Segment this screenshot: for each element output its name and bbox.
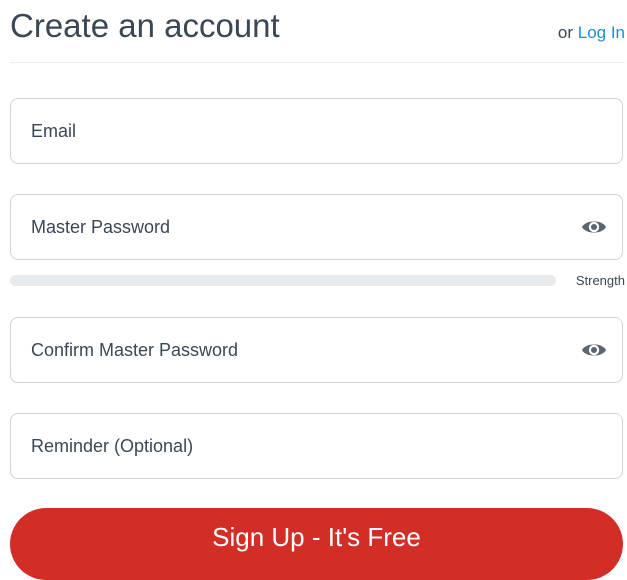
strength-bar	[10, 275, 556, 286]
or-text: or	[557, 23, 578, 42]
login-link[interactable]: Log In	[578, 23, 625, 42]
reminder-field[interactable]	[11, 414, 622, 478]
strength-label: Strength	[575, 273, 625, 288]
eye-icon[interactable]	[580, 338, 608, 362]
page-header: Create an account or Log In	[10, 0, 625, 63]
password-strength: Strength	[10, 273, 625, 289]
email-field-container	[10, 98, 623, 164]
login-prompt: or Log In	[558, 22, 625, 44]
eye-icon[interactable]	[580, 215, 608, 239]
reminder-field-container	[10, 413, 623, 479]
page-title: Create an account	[10, 7, 280, 44]
confirm-password-field[interactable]	[11, 318, 622, 382]
master-password-field-container	[10, 194, 623, 260]
email-field[interactable]	[11, 99, 622, 163]
confirm-password-field-container	[10, 317, 623, 383]
master-password-field[interactable]	[11, 195, 622, 259]
sign-up-button[interactable]: Sign Up - It's Free	[10, 508, 623, 580]
